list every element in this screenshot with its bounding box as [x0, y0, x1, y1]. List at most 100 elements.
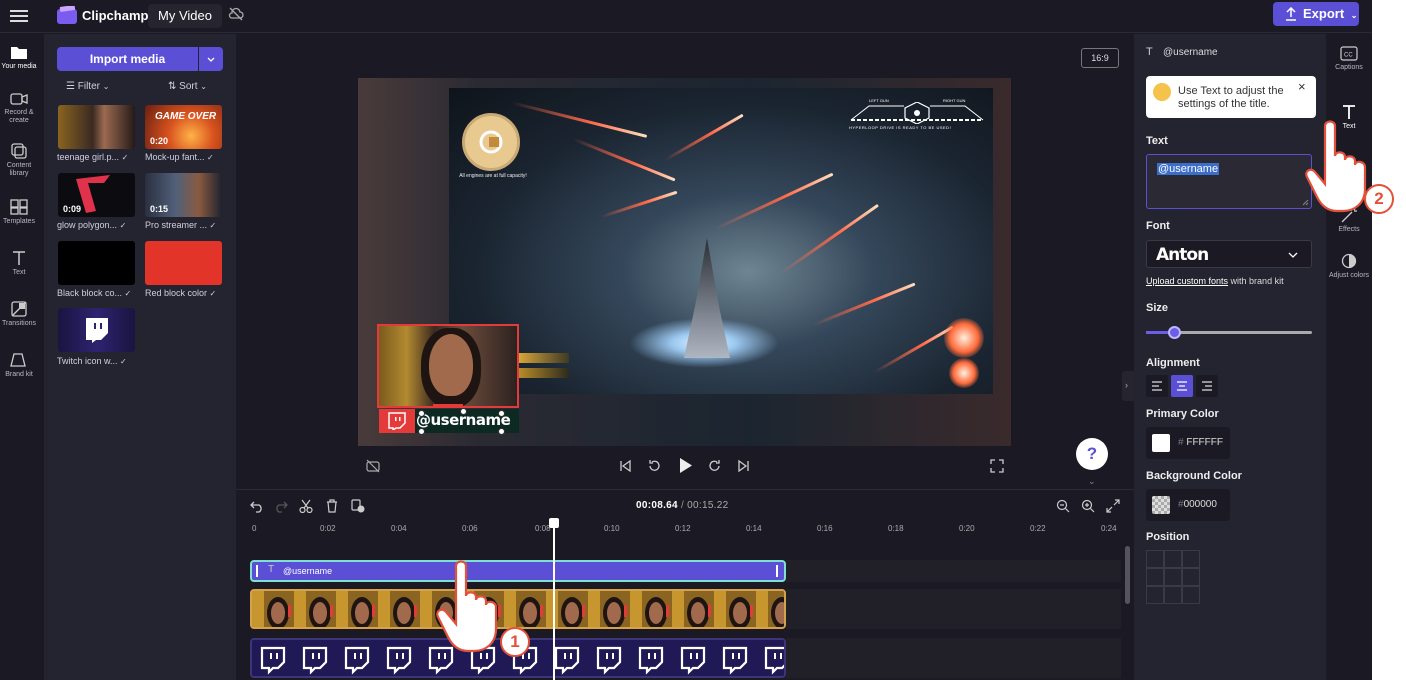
- check-icon: ✓: [207, 153, 214, 162]
- zoom-in-icon[interactable]: [1081, 499, 1095, 513]
- redo-icon[interactable]: [274, 499, 288, 513]
- size-slider-knob[interactable]: [1168, 326, 1182, 339]
- nav-record-create[interactable]: Record & create: [0, 92, 38, 125]
- templates-icon: [10, 199, 28, 215]
- position-cell[interactable]: [1182, 568, 1200, 586]
- preview-stage: 16:9 LEFT GUN RIGHT GUN HYPERLOOP DRIVE …: [236, 34, 1134, 489]
- position-grid[interactable]: [1146, 550, 1200, 604]
- resize-handle[interactable]: [498, 428, 505, 435]
- engine-badge: [462, 113, 520, 171]
- rail-adjust-colors[interactable]: Adjust colors: [1326, 253, 1372, 280]
- media-thumb-twitch-icon[interactable]: [58, 308, 135, 352]
- forward-5-icon[interactable]: [708, 459, 722, 473]
- nav-brand-kit[interactable]: Brand kit: [0, 352, 38, 379]
- position-cell[interactable]: [1146, 586, 1164, 604]
- font-select[interactable]: Anton: [1146, 240, 1312, 268]
- media-thumb-teenage-girl[interactable]: [58, 105, 135, 149]
- nav-templates[interactable]: Templates: [0, 199, 38, 226]
- caption-toggle-icon[interactable]: [366, 459, 380, 473]
- close-icon[interactable]: ×: [1298, 80, 1306, 93]
- folder-icon: [11, 47, 27, 59]
- skip-back-icon[interactable]: [619, 459, 633, 473]
- timeline-ruler[interactable]: 0 0:02 0:04 0:06 0:08 0:10 0:12 0:14 0:1…: [248, 524, 1128, 542]
- resize-handle[interactable]: [498, 410, 505, 417]
- text-section-label: Text: [1146, 135, 1168, 147]
- text-input[interactable]: @username: [1146, 154, 1312, 209]
- collapse-props-button[interactable]: ›: [1122, 371, 1134, 401]
- chevron-down-icon[interactable]: ⌄: [1088, 476, 1096, 487]
- top-bar: Clipchamp My Video Export ⌄: [0, 0, 1372, 33]
- spaceship: [684, 238, 730, 358]
- hud-overlay: [850, 102, 984, 124]
- media-thumb-pro-streamer[interactable]: 0:15: [145, 173, 222, 217]
- duplicate-icon[interactable]: [351, 499, 365, 513]
- nav-content-library[interactable]: Content library: [0, 143, 38, 178]
- rewind-5-icon[interactable]: [647, 459, 661, 473]
- delete-icon[interactable]: [325, 499, 339, 513]
- media-thumb-black-block[interactable]: [58, 241, 135, 285]
- resize-handle[interactable]: [460, 408, 467, 415]
- position-cell[interactable]: [1182, 586, 1200, 604]
- upload-custom-fonts-link[interactable]: Upload custom fonts: [1146, 276, 1228, 286]
- text-clip[interactable]: T @username: [250, 560, 786, 582]
- rail-captions[interactable]: CC Captions: [1326, 46, 1372, 72]
- upload-fonts-row: Upload custom fonts with brand kit: [1146, 276, 1284, 286]
- zoom-out-icon[interactable]: [1056, 499, 1070, 513]
- import-dropdown-button[interactable]: [199, 47, 223, 71]
- play-icon[interactable]: [677, 457, 693, 474]
- fullscreen-icon[interactable]: [990, 459, 1004, 473]
- media-label: glow polygon...: [57, 220, 118, 230]
- video-clip[interactable]: [250, 589, 786, 629]
- ruler-tick: 0: [252, 524, 257, 533]
- ruler-tick: 0:02: [320, 524, 336, 533]
- position-cell[interactable]: [1164, 586, 1182, 604]
- sort-button[interactable]: ⇅ Sort ⌄: [168, 81, 207, 92]
- media-panel: Import media ☰ Filter ⌄ ⇅ Sort ⌄ teenage…: [44, 34, 246, 680]
- aspect-ratio-button[interactable]: 16:9: [1081, 48, 1119, 68]
- cloud-sync-off-icon[interactable]: [228, 7, 244, 21]
- position-cell[interactable]: [1146, 550, 1164, 568]
- undo-icon[interactable]: [250, 499, 264, 513]
- resize-handle[interactable]: [418, 410, 425, 417]
- chevron-down-icon: ⌄: [200, 82, 207, 91]
- media-thumb-glow-polygon[interactable]: 0:09: [58, 173, 135, 217]
- nav-text[interactable]: Text: [0, 250, 38, 277]
- project-name[interactable]: My Video: [148, 4, 222, 28]
- primary-color-picker[interactable]: # FFFFFF: [1146, 427, 1230, 459]
- filter-button[interactable]: ☰ Filter ⌄: [66, 81, 109, 92]
- engine-badge-text: All engines are at full capacity!: [459, 173, 527, 179]
- background-color-picker[interactable]: #000000: [1146, 489, 1230, 521]
- align-left-button[interactable]: [1146, 375, 1168, 397]
- media-thumb-red-block[interactable]: [145, 241, 222, 285]
- clip-trim-handle[interactable]: [776, 565, 778, 577]
- timeline-scrollbar[interactable]: [1125, 546, 1130, 604]
- webcam-frame[interactable]: [377, 324, 519, 408]
- primary-color-label: Primary Color: [1146, 408, 1219, 420]
- resize-handle[interactable]: [418, 428, 425, 435]
- fit-timeline-icon[interactable]: [1106, 499, 1120, 513]
- position-cell[interactable]: [1164, 568, 1182, 586]
- timecode: 00:08.64 / 00:15.22: [636, 500, 728, 511]
- app-title: Clipchamp: [82, 8, 149, 23]
- align-right-button[interactable]: [1196, 375, 1218, 397]
- position-cell[interactable]: [1182, 550, 1200, 568]
- help-button[interactable]: ?: [1076, 438, 1108, 470]
- media-thumb-mockup-fantasy[interactable]: GAME OVER 0:20: [145, 105, 222, 149]
- size-slider[interactable]: [1146, 326, 1312, 339]
- clip-trim-handle[interactable]: [256, 565, 258, 577]
- nav-transitions[interactable]: Transitions: [0, 301, 38, 328]
- skip-forward-icon[interactable]: [736, 459, 750, 473]
- export-button[interactable]: Export ⌄: [1273, 2, 1359, 26]
- nav-your-media[interactable]: Your media: [0, 45, 38, 71]
- align-center-button[interactable]: [1171, 375, 1193, 397]
- video-canvas[interactable]: LEFT GUN RIGHT GUN HYPERLOOP DRIVE IS RE…: [358, 78, 1011, 446]
- split-scissors-icon[interactable]: [299, 499, 313, 513]
- import-media-button[interactable]: Import media: [57, 47, 198, 71]
- playhead[interactable]: [549, 518, 559, 680]
- position-cell[interactable]: [1164, 550, 1182, 568]
- chevron-down-icon: ⌄: [1350, 11, 1358, 20]
- position-cell[interactable]: [1146, 568, 1164, 586]
- hamburger-menu-icon[interactable]: [10, 8, 28, 24]
- text-icon: T: [1146, 46, 1153, 58]
- align-center-icon: [1177, 381, 1187, 391]
